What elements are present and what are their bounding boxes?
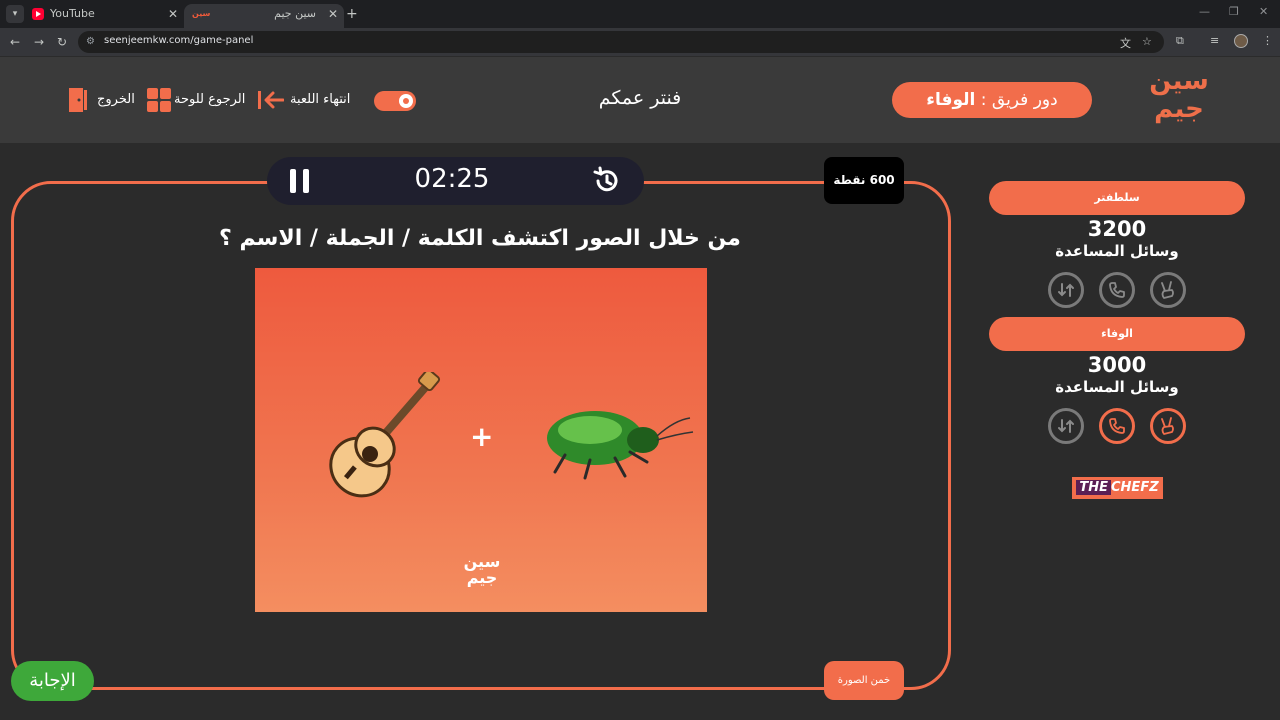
turn-label: دور فريق :: [980, 90, 1058, 110]
minimize-icon[interactable]: —: [1199, 5, 1210, 18]
exit-door-icon[interactable]: [69, 87, 93, 113]
browser-toolbar: ← → ↻ ⚙ seenjeemkw.com/game-panel 文 ☆ ⧉ …: [0, 28, 1280, 56]
turn-indicator: دور فريق : الوفاء: [892, 82, 1092, 118]
swap-helper-icon[interactable]: [1048, 272, 1084, 308]
extensions-icon[interactable]: ⧉: [1176, 34, 1184, 48]
team-1-helpers-label: وسائل المساعدة: [1055, 242, 1179, 260]
media-controls-icon[interactable]: ≡: [1210, 34, 1219, 47]
current-team-title: فنتر عمكم: [598, 87, 682, 109]
team-1-score: 3200: [1087, 217, 1147, 241]
puzzle-watermark-logo: سين جيم: [463, 552, 501, 587]
url-text: seenjeemkw.com/game-panel: [104, 35, 254, 46]
pause-icon[interactable]: [290, 169, 310, 193]
menu-icon[interactable]: ⋮: [1262, 34, 1273, 47]
swap-helper-icon[interactable]: [1048, 408, 1084, 444]
reset-timer-icon[interactable]: [592, 166, 622, 196]
reload-icon[interactable]: ↻: [57, 34, 67, 50]
turn-team: الوفاء: [926, 90, 976, 110]
two-answers-helper-icon[interactable]: [1150, 408, 1186, 444]
new-tab-icon[interactable]: +: [346, 4, 358, 24]
tab-seenjeem[interactable]: سين سين جيم ✕: [184, 4, 344, 28]
back-icon[interactable]: ←: [10, 34, 20, 50]
question-text: من خلال الصور اكتشف الكلمة / الجملة / ال…: [219, 226, 741, 251]
end-game-toggle[interactable]: [374, 91, 416, 111]
beetle-image: [547, 411, 694, 480]
answer-button[interactable]: الإجابة: [11, 661, 94, 701]
tab-youtube[interactable]: YouTube ✕: [24, 4, 184, 28]
board-grid-icon[interactable]: [147, 88, 171, 112]
timer-display: 02:25: [414, 164, 490, 194]
end-game-arrow-icon[interactable]: [258, 88, 284, 112]
team-2-score: 3000: [1087, 353, 1147, 377]
guess-picture-button[interactable]: خمن الصورة: [824, 661, 904, 700]
bookmark-star-icon[interactable]: ☆: [1142, 35, 1152, 48]
forward-icon[interactable]: →: [34, 34, 44, 50]
tab-title: سين جيم: [274, 7, 316, 20]
exit-label[interactable]: الخروج: [97, 88, 135, 112]
close-tab-icon[interactable]: ✕: [168, 4, 178, 24]
profile-avatar[interactable]: [1234, 34, 1248, 48]
tab-search-icon[interactable]: ▾: [6, 5, 24, 23]
close-window-icon[interactable]: ✕: [1259, 5, 1268, 18]
the-chefz-sponsor-logo[interactable]: THE CHEFZ: [1072, 477, 1163, 499]
game-header: سين جيم دور فريق : الوفاء فنتر عمكم انته…: [0, 57, 1280, 143]
browser-tabstrip: ▾ YouTube ✕ سين سين جيم ✕ + — ❐ ✕: [0, 0, 1280, 28]
guitar-image: [329, 372, 441, 498]
youtube-icon: [32, 8, 44, 20]
phone-helper-icon[interactable]: [1099, 408, 1135, 444]
site-info-icon[interactable]: ⚙: [86, 36, 95, 47]
address-bar[interactable]: ⚙ seenjeemkw.com/game-panel 文 ☆: [78, 31, 1164, 53]
phone-helper-icon[interactable]: [1099, 272, 1135, 308]
team-2-name: الوفاء: [989, 317, 1245, 351]
restore-icon[interactable]: ❐: [1229, 5, 1239, 18]
seenjeem-logo: سين جيم: [1149, 66, 1209, 124]
close-tab-icon[interactable]: ✕: [328, 4, 338, 24]
back-to-board-label[interactable]: الرجوع للوحة: [174, 88, 245, 112]
two-answers-helper-icon[interactable]: [1150, 272, 1186, 308]
team-2-helpers-label: وسائل المساعدة: [1055, 378, 1179, 396]
points-badge: 600 نقطة: [824, 157, 904, 204]
picture-puzzle: + سين جيم: [255, 268, 707, 612]
plus-sign: +: [470, 420, 494, 453]
tab-title: YouTube: [50, 7, 95, 20]
seenjeem-favicon-icon: سين: [192, 9, 211, 18]
team-1-name: سلطفتر: [989, 181, 1245, 215]
end-game-label[interactable]: انتهاء اللعبة: [290, 88, 350, 112]
translate-icon[interactable]: 文: [1120, 35, 1131, 51]
